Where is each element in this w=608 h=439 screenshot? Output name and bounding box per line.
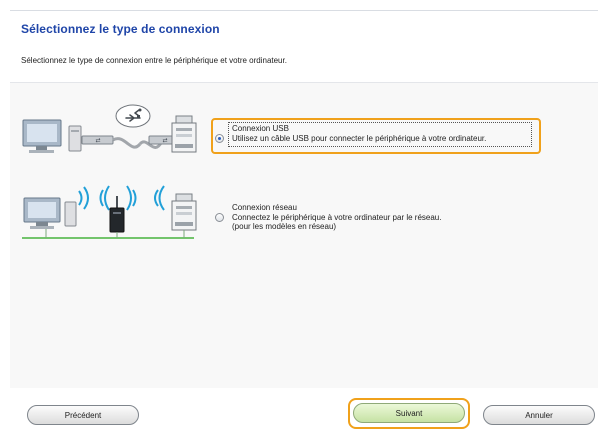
usb-connection-illustration: ⇄ ⇄: [22, 104, 197, 153]
network-connection-illustration: [22, 185, 197, 239]
top-divider: [10, 10, 598, 11]
network-option-description: Connectez le périphérique à votre ordina…: [232, 212, 442, 222]
usb-icon: [115, 104, 151, 128]
wifi-signal-icon: [154, 185, 165, 211]
network-radio-button[interactable]: [215, 213, 224, 222]
network-option-note: (pour les modèles en réseau): [232, 222, 337, 231]
connection-type-dialog: Sélectionnez le type de connexion Sélect…: [0, 0, 608, 439]
usb-option-description: Utilisez un câble USB pour connecter le …: [232, 133, 487, 143]
svg-text:⇄: ⇄: [162, 137, 167, 144]
usb-cable-icon: ⇄ ⇄: [81, 135, 181, 149]
svg-text:⇄: ⇄: [95, 137, 100, 144]
cancel-button[interactable]: Annuler: [483, 405, 595, 425]
network-option-text: Connexion réseau Connectez le périphériq…: [232, 203, 441, 232]
usb-option-label: Connexion USB: [232, 124, 289, 133]
router-icon: [99, 185, 137, 238]
printer-icon: [171, 115, 197, 153]
computer-icon: [22, 119, 82, 153]
usb-option-text: Connexion USB Utilisez un câble USB pour…: [232, 124, 486, 143]
page-title: Sélectionnez le type de connexion: [21, 22, 220, 36]
next-button[interactable]: Suivant: [353, 403, 465, 423]
previous-button[interactable]: Précédent: [27, 405, 139, 425]
wifi-signal-icon: [78, 186, 89, 210]
network-connection-option[interactable]: Connexion réseau Connectez le périphériq…: [215, 203, 441, 232]
printer-icon: [171, 193, 197, 238]
computer-icon: [23, 197, 77, 238]
usb-radio-button[interactable]: [215, 134, 224, 143]
usb-connection-option[interactable]: Connexion USB Utilisez un câble USB pour…: [215, 124, 486, 143]
network-option-label: Connexion réseau: [232, 203, 297, 212]
page-subtitle: Sélectionnez le type de connexion entre …: [21, 56, 287, 65]
